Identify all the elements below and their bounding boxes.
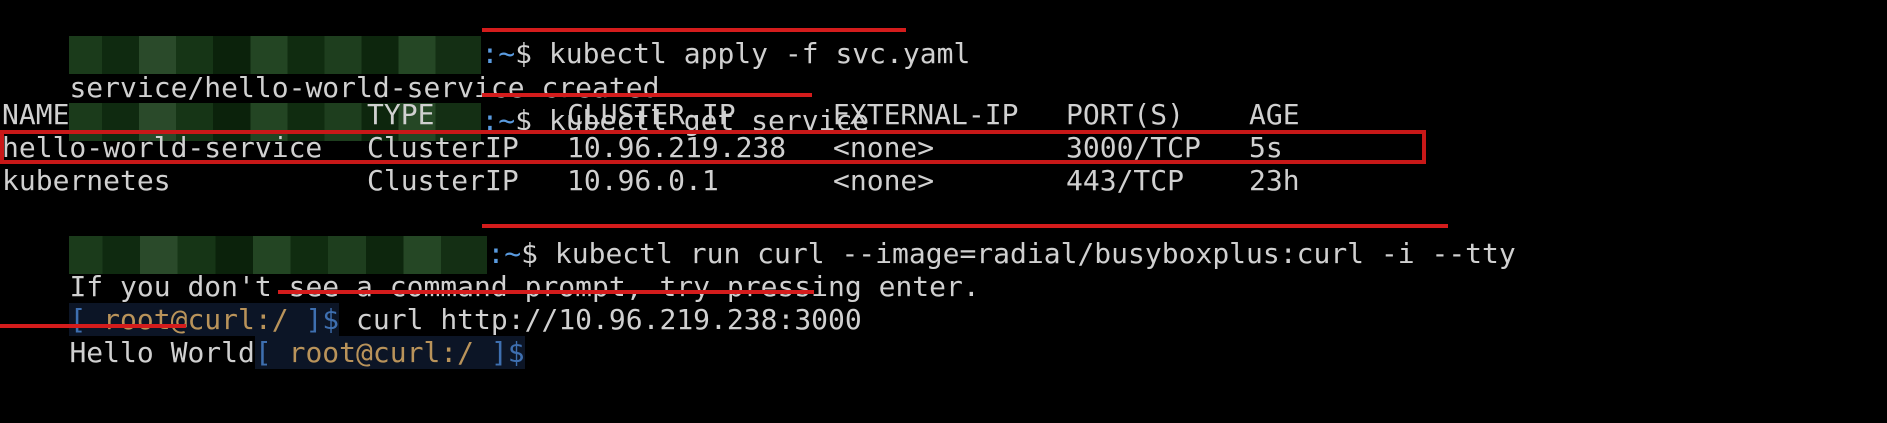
prompt-bracket: [ bbox=[254, 336, 289, 369]
highlight-underline bbox=[0, 324, 186, 328]
highlight-box bbox=[0, 130, 1426, 164]
prompt-user: root@curl:/ bbox=[288, 336, 475, 369]
output-text: Hello World bbox=[69, 336, 255, 369]
terminal-window[interactable]: :~$ kubectl apply -f svc.yaml service/he… bbox=[0, 0, 1887, 423]
prompt-bracket: ]$ bbox=[474, 336, 525, 369]
container-prompt: [ root@curl:/ ]$ bbox=[254, 336, 525, 369]
